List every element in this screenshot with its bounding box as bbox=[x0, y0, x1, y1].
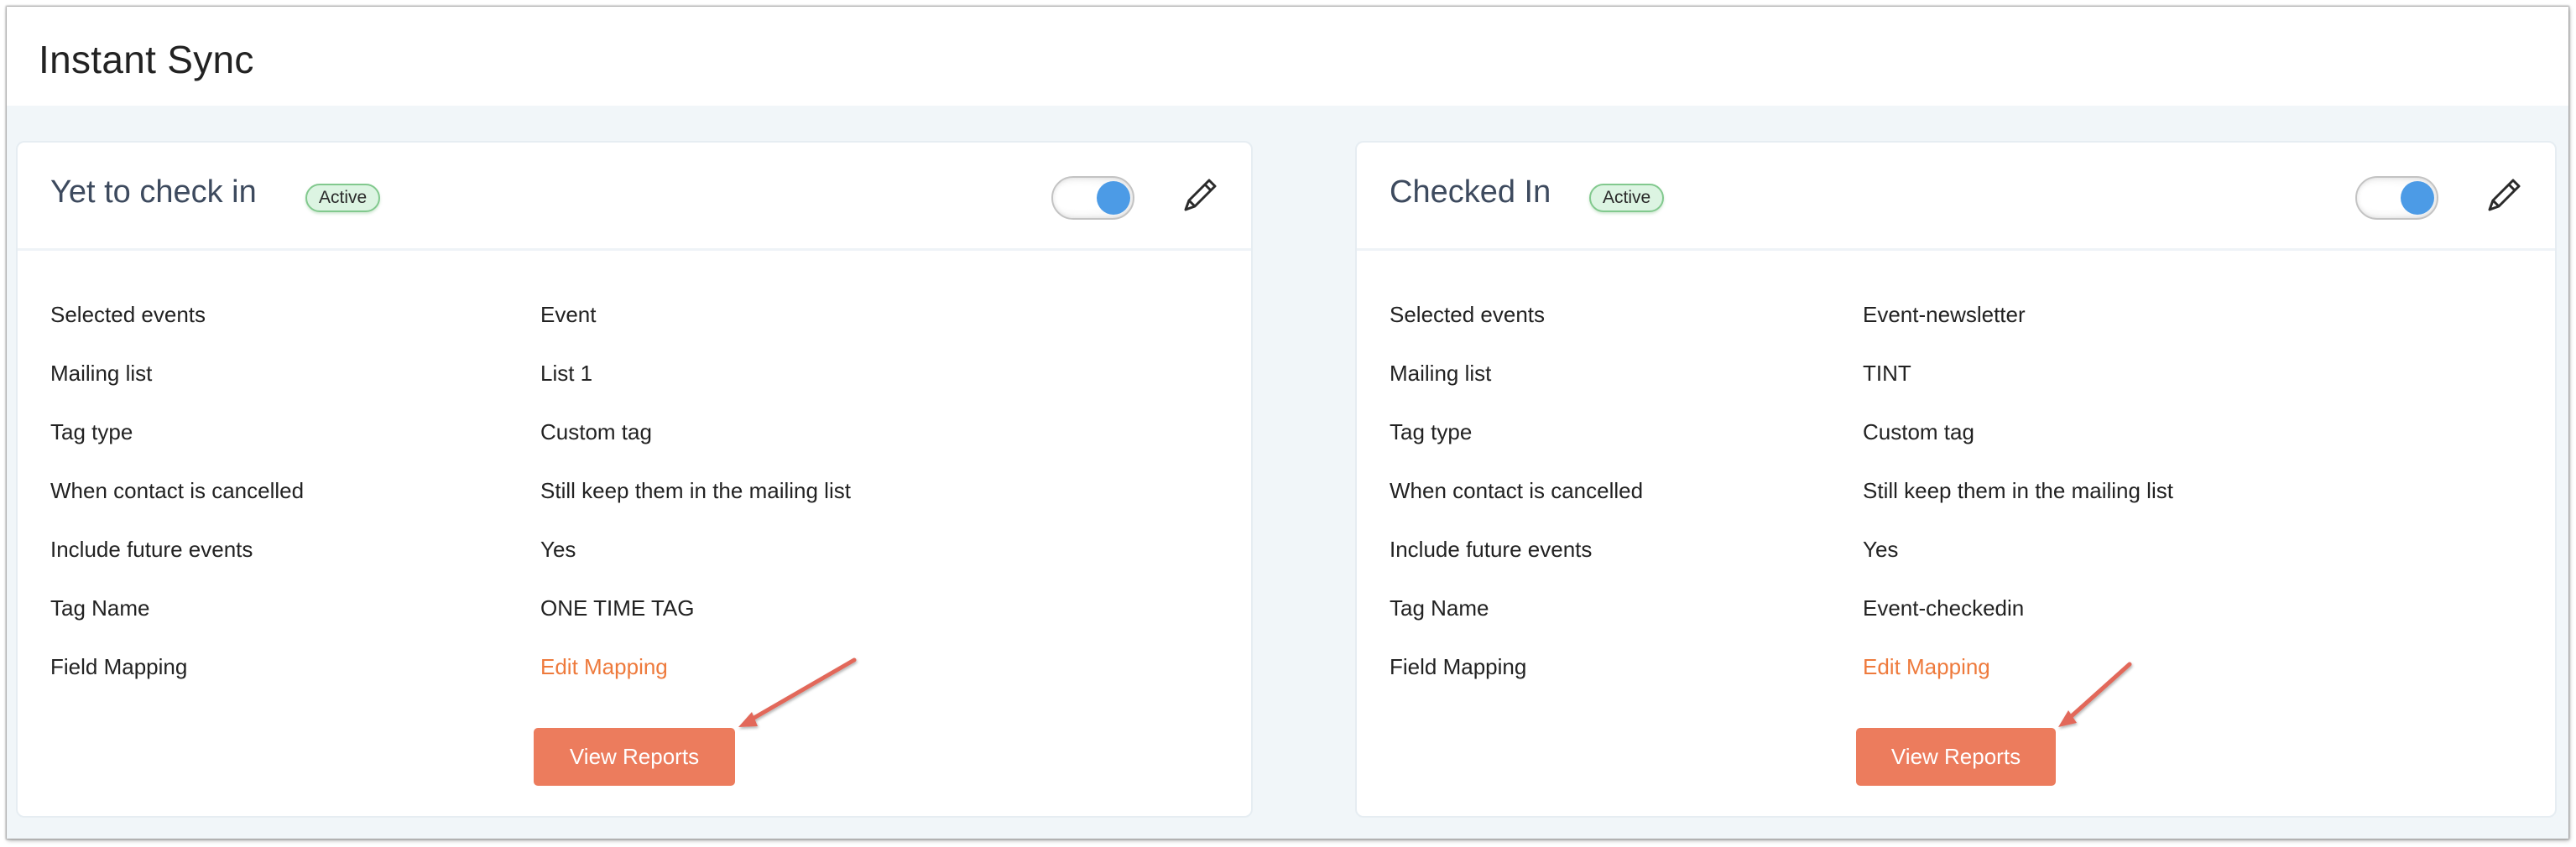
status-badge: Active bbox=[1589, 184, 1665, 212]
card-title: Checked In bbox=[1390, 174, 1551, 210]
edit-mapping-link[interactable]: Edit Mapping bbox=[1863, 654, 1990, 680]
sync-card-yet-to-check-in: Yet to check in Active Selected events E… bbox=[16, 141, 1253, 818]
edit-mapping-link[interactable]: Edit Mapping bbox=[540, 654, 668, 680]
status-badge: Active bbox=[305, 184, 381, 212]
row-label: Field Mapping bbox=[50, 654, 188, 679]
row-label: When contact is cancelled bbox=[1390, 478, 1644, 503]
row-value: Event-checkedin bbox=[1863, 595, 2025, 621]
pencil-icon[interactable] bbox=[2486, 176, 2523, 213]
pencil-icon[interactable] bbox=[1182, 176, 1219, 213]
detail-row-when-cancelled: When contact is cancelled Still keep the… bbox=[18, 461, 1251, 520]
row-value: TINT bbox=[1863, 361, 1911, 386]
detail-row-include-future-events: Include future events Yes bbox=[1357, 520, 2555, 579]
row-value: Custom tag bbox=[540, 419, 652, 444]
row-label: Tag type bbox=[1390, 419, 1473, 444]
row-value: Still keep them in the mailing list bbox=[540, 478, 851, 503]
row-label: Mailing list bbox=[1390, 361, 1492, 386]
detail-row-tag-type: Tag type Custom tag bbox=[18, 403, 1251, 461]
row-label: Tag Name bbox=[1390, 595, 1489, 621]
row-label: Tag Name bbox=[50, 595, 150, 621]
row-label: When contact is cancelled bbox=[50, 478, 305, 503]
row-label: Field Mapping bbox=[1390, 654, 1527, 679]
detail-row-tag-type: Tag type Custom tag bbox=[1357, 403, 2555, 461]
sync-card-checked-in: Checked In Active Selected events Event-… bbox=[1355, 141, 2557, 818]
row-label: Include future events bbox=[1390, 537, 1593, 562]
card-title: Yet to check in bbox=[50, 174, 257, 210]
detail-row-tag-name: Tag Name ONE TIME TAG bbox=[18, 579, 1251, 637]
app-window: Instant Sync Yet to check in Active Sele… bbox=[7, 7, 2568, 839]
row-label: Selected events bbox=[50, 302, 206, 327]
detail-row-mailing-list: Mailing list TINT bbox=[1357, 344, 2555, 403]
card-header: Checked In Active bbox=[1357, 143, 2555, 251]
view-reports-button[interactable]: View Reports bbox=[1856, 728, 2056, 786]
sync-toggle[interactable] bbox=[2355, 176, 2438, 220]
row-value: Yes bbox=[540, 537, 576, 562]
details-list: Selected events Event Mailing list List … bbox=[18, 285, 1251, 696]
detail-row-field-mapping: Field Mapping Edit Mapping bbox=[18, 637, 1251, 696]
sync-toggle[interactable] bbox=[1051, 176, 1134, 220]
row-value: ONE TIME TAG bbox=[540, 595, 695, 621]
row-value: List 1 bbox=[540, 361, 593, 386]
row-value: Event bbox=[540, 302, 597, 327]
row-label: Selected events bbox=[1390, 302, 1546, 327]
detail-row-mailing-list: Mailing list List 1 bbox=[18, 344, 1251, 403]
page-header: Instant Sync bbox=[7, 7, 2568, 106]
row-value: Yes bbox=[1863, 537, 1899, 562]
view-reports-button[interactable]: View Reports bbox=[534, 728, 735, 786]
details-list: Selected events Event-newsletter Mailing… bbox=[1357, 285, 2555, 696]
row-value: Event-newsletter bbox=[1863, 302, 2026, 327]
detail-row-when-cancelled: When contact is cancelled Still keep the… bbox=[1357, 461, 2555, 520]
detail-row-selected-events: Selected events Event-newsletter bbox=[1357, 285, 2555, 344]
row-label: Tag type bbox=[50, 419, 133, 444]
page-title: Instant Sync bbox=[39, 38, 254, 81]
row-value: Custom tag bbox=[1863, 419, 1974, 444]
detail-row-tag-name: Tag Name Event-checkedin bbox=[1357, 579, 2555, 637]
toggle-knob bbox=[1097, 181, 1130, 215]
row-value: Still keep them in the mailing list bbox=[1863, 478, 2173, 503]
row-label: Include future events bbox=[50, 537, 253, 562]
detail-row-selected-events: Selected events Event bbox=[18, 285, 1251, 344]
toggle-knob bbox=[2401, 181, 2434, 215]
row-label: Mailing list bbox=[50, 361, 153, 386]
detail-row-field-mapping: Field Mapping Edit Mapping bbox=[1357, 637, 2555, 696]
card-header: Yet to check in Active bbox=[18, 143, 1251, 251]
detail-row-include-future-events: Include future events Yes bbox=[18, 520, 1251, 579]
